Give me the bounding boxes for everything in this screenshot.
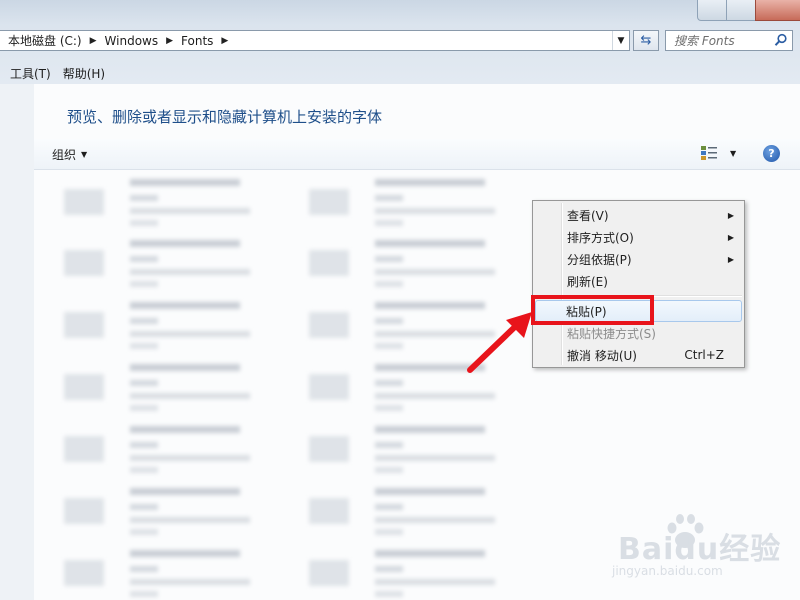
font-tile bbox=[309, 236, 499, 290]
context-menu: 查看(V) ▶ 排序方式(O) ▶ 分组依据(P) ▶ 刷新(E) 粘贴(P) … bbox=[532, 200, 745, 368]
maximize-button[interactable] bbox=[726, 0, 756, 21]
menu-item-sort-by[interactable]: 排序方式(O) ▶ bbox=[535, 226, 742, 248]
menu-help[interactable]: 帮助(H) bbox=[57, 65, 111, 82]
highlight-box bbox=[531, 295, 654, 325]
caret-down-icon: ▼ bbox=[81, 150, 88, 159]
font-tile bbox=[64, 484, 254, 538]
breadcrumb-windows[interactable]: Windows ▶ bbox=[97, 34, 174, 48]
menu-bar: 工具(T) 帮助(H) bbox=[0, 62, 800, 84]
menu-item-undo-move[interactable]: 撤消 移动(U) Ctrl+Z bbox=[535, 344, 742, 366]
font-tile bbox=[64, 360, 254, 414]
menu-item-view[interactable]: 查看(V) ▶ bbox=[535, 204, 742, 226]
font-tile bbox=[64, 546, 254, 600]
font-tile bbox=[64, 236, 254, 290]
font-tile bbox=[309, 422, 499, 476]
font-tile bbox=[64, 422, 254, 476]
address-bar[interactable]: 本地磁盘 (C:) ▶ Windows ▶ Fonts ▶ ▼ bbox=[0, 30, 630, 51]
search-box[interactable] bbox=[665, 30, 793, 51]
close-button[interactable] bbox=[755, 0, 800, 21]
font-tile bbox=[309, 546, 499, 600]
menu-tools[interactable]: 工具(T) bbox=[4, 65, 57, 82]
watermark-url: jingyan.baidu.com bbox=[612, 564, 723, 578]
annotation-arrow-icon bbox=[467, 312, 532, 373]
chevron-right-icon: ▶ bbox=[89, 35, 97, 46]
font-tile bbox=[309, 175, 499, 229]
command-bar: 组织 ▼ ▼ ? bbox=[34, 139, 800, 170]
minimize-button[interactable] bbox=[697, 0, 727, 21]
search-icon[interactable] bbox=[774, 33, 788, 47]
breadcrumb-local-disk[interactable]: 本地磁盘 (C:) ▶ bbox=[0, 32, 97, 49]
navigation-pane[interactable] bbox=[0, 84, 34, 600]
view-icon bbox=[701, 146, 717, 160]
refresh-button[interactable]: ⇆ bbox=[633, 30, 659, 51]
submenu-arrow-icon: ▶ bbox=[727, 210, 734, 220]
page-heading: 预览、删除或者显示和隐藏计算机上安装的字体 bbox=[67, 108, 383, 126]
font-tile bbox=[64, 298, 254, 352]
refresh-icon: ⇆ bbox=[640, 33, 652, 48]
help-icon[interactable]: ? bbox=[763, 145, 780, 162]
breadcrumb-fonts[interactable]: Fonts ▶ bbox=[173, 34, 228, 48]
address-history-dropdown[interactable]: ▼ bbox=[612, 31, 629, 50]
font-tile bbox=[64, 175, 254, 229]
search-input[interactable] bbox=[666, 31, 776, 50]
font-tile bbox=[309, 484, 499, 538]
organize-button[interactable]: 组织 ▼ bbox=[52, 146, 87, 163]
menu-item-paste-shortcut: 粘贴快捷方式(S) bbox=[567, 326, 656, 341]
shortcut-label: Ctrl+Z bbox=[684, 348, 724, 362]
submenu-arrow-icon: ▶ bbox=[727, 232, 734, 242]
watermark-brand: Baidu经验 bbox=[618, 532, 782, 567]
chevron-right-icon: ▶ bbox=[221, 35, 229, 46]
menu-item-group-by[interactable]: 分组依据(P) ▶ bbox=[535, 248, 742, 270]
caret-down-icon: ▼ bbox=[730, 148, 737, 158]
menu-item-refresh[interactable]: 刷新(E) bbox=[535, 270, 742, 292]
change-view-button[interactable]: ▼ bbox=[700, 145, 736, 161]
submenu-arrow-icon: ▶ bbox=[727, 254, 734, 264]
window-chrome: 本地磁盘 (C:)▶ Windows▶ Fonts▶ ▼ ⇆ 工具(T) 帮助(… bbox=[0, 0, 800, 84]
chevron-right-icon: ▶ bbox=[166, 35, 174, 46]
